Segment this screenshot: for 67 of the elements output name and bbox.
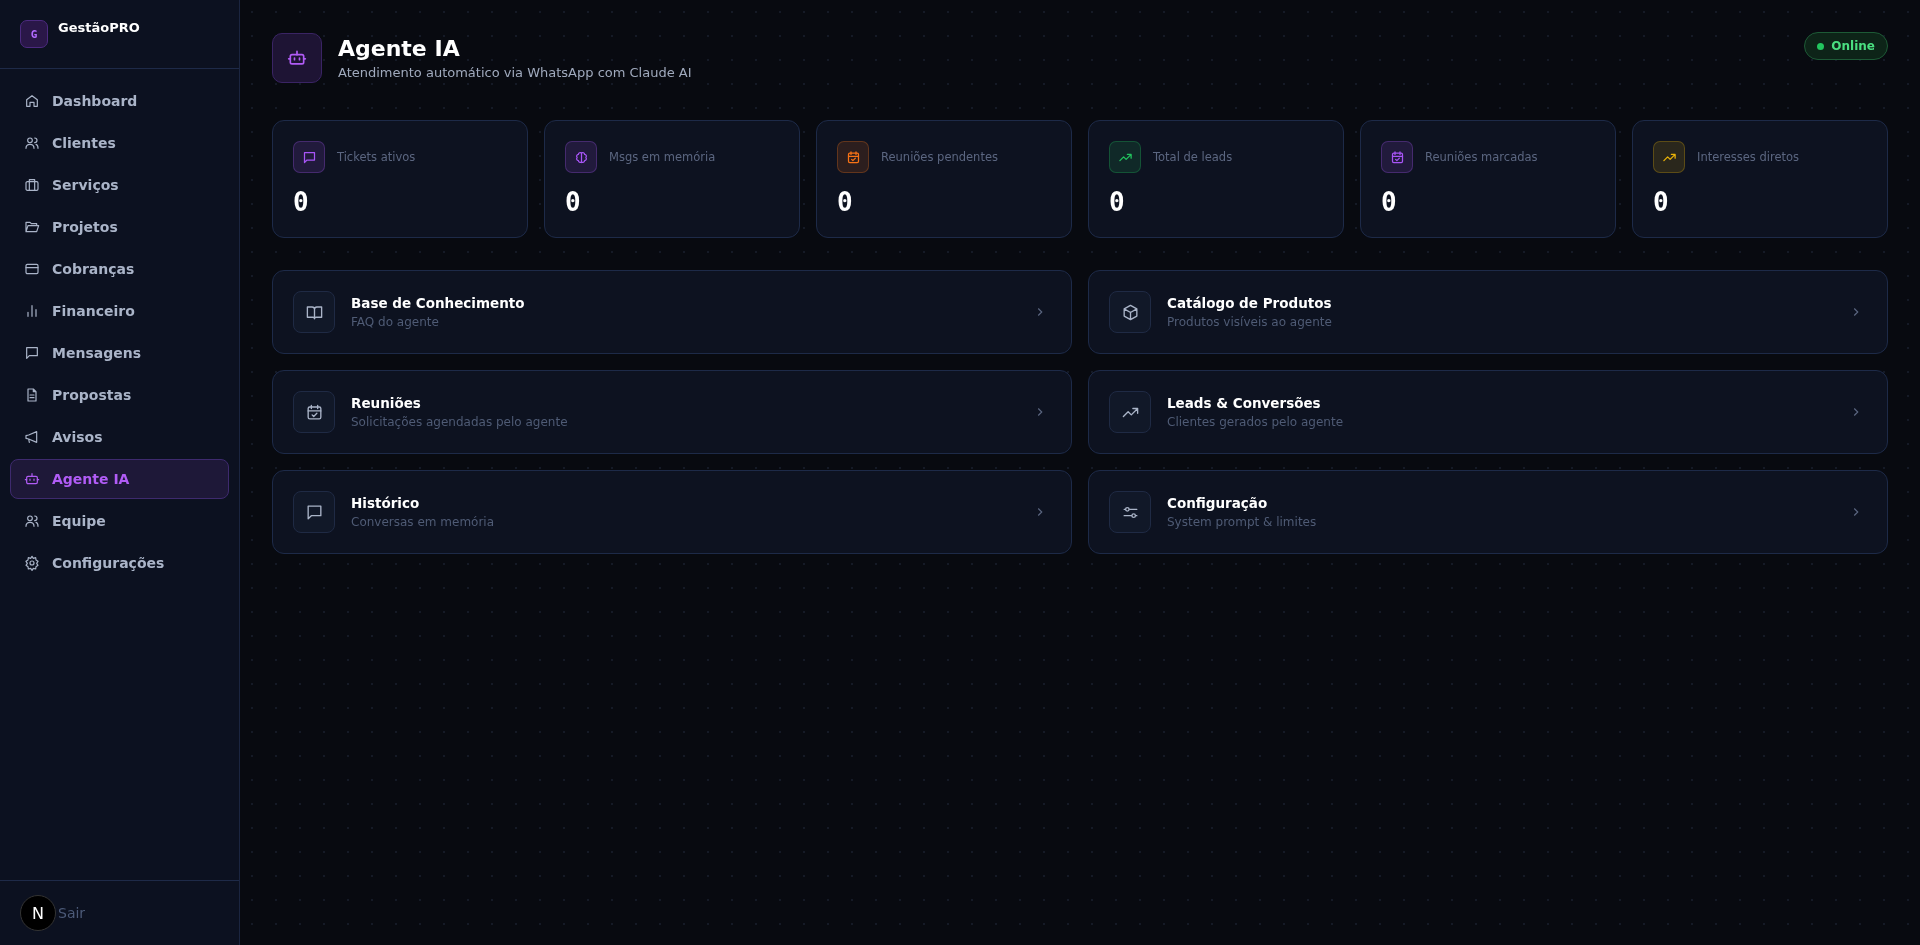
robot-icon <box>24 471 40 487</box>
stat-value: 0 <box>1109 187 1126 217</box>
users-icon <box>24 135 40 151</box>
dev-indicator-button[interactable]: N <box>20 895 56 931</box>
sidebar-item[interactable]: Propostas <box>10 375 229 415</box>
section-subtitle: Conversas em memória <box>351 515 496 529</box>
section-subtitle: Clientes gerados pelo agente <box>1167 415 1345 429</box>
sidebar-item[interactable]: Projetos <box>10 207 229 247</box>
folder-icon <box>24 219 40 235</box>
document-icon <box>24 387 40 403</box>
section-card[interactable]: Histórico Conversas em memória <box>272 470 1072 554</box>
stat-value: 0 <box>565 187 582 217</box>
stat-label: Reuniões pendentes <box>881 150 998 164</box>
section-subtitle: FAQ do agente <box>351 315 440 329</box>
page-title: Agente IA <box>338 36 461 61</box>
section-subtitle: Produtos visíveis ao agente <box>1167 315 1333 329</box>
trend-up-icon <box>1109 391 1151 433</box>
section-subtitle: System prompt & limites <box>1167 515 1318 529</box>
stat-value: 0 <box>293 187 310 217</box>
sidebar-item[interactable]: Financeiro <box>10 291 229 331</box>
calendar-check-icon <box>293 391 335 433</box>
sidebar-item[interactable]: Agente IA <box>10 459 229 499</box>
brand-name: GestãoPRO <box>58 20 140 35</box>
card-icon <box>24 261 40 277</box>
section-card[interactable]: Configuração System prompt & limites <box>1088 470 1888 554</box>
sidebar-item[interactable]: Avisos <box>10 417 229 457</box>
stat-label: Total de leads <box>1153 150 1233 164</box>
sidebar-item[interactable]: Mensagens <box>10 333 229 373</box>
robot-icon <box>272 33 322 83</box>
section-card[interactable]: Base de Conhecimento FAQ do agente <box>272 270 1072 354</box>
home-icon <box>24 93 40 109</box>
stat-value: 0 <box>1381 187 1398 217</box>
section-title: Histórico <box>351 495 421 511</box>
stat-label: Reuniões marcadas <box>1425 150 1538 164</box>
status-badge: Online <box>1804 32 1888 60</box>
sidebar-item[interactable]: Clientes <box>10 123 229 163</box>
sidebar-item[interactable]: Equipe <box>10 501 229 541</box>
section-subtitle: Solicitações agendadas pelo agente <box>351 415 569 429</box>
section-title: Catálogo de Produtos <box>1167 295 1333 311</box>
stat-label: Interesses diretos <box>1697 150 1800 164</box>
sidebar-item[interactable]: Configurações <box>10 543 229 583</box>
section-card[interactable]: Leads & Conversões Clientes gerados pelo agente <box>1088 370 1888 454</box>
sidebar-item[interactable]: Serviços <box>10 165 229 205</box>
section-title: Leads & Conversões <box>1167 395 1322 411</box>
stat-value: 0 <box>837 187 854 217</box>
users-icon <box>24 513 40 529</box>
megaphone-icon <box>24 429 40 445</box>
bar-chart-icon <box>24 303 40 319</box>
message-icon <box>293 491 335 533</box>
section-title: Base de Conhecimento <box>351 295 526 311</box>
box-icon <box>1109 291 1151 333</box>
stat-value: 0 <box>1653 187 1670 217</box>
gear-icon <box>24 555 40 571</box>
section-title: Configuração <box>1167 495 1269 511</box>
sidebar-item[interactable]: Dashboard <box>10 81 229 121</box>
brand-logo: G <box>20 20 48 48</box>
briefcase-icon <box>24 177 40 193</box>
stat-label: Tickets ativos <box>337 150 416 164</box>
message-icon <box>24 345 40 361</box>
section-card[interactable]: Reuniões Solicitações agendadas pelo agente <box>272 370 1072 454</box>
section-title: Reuniões <box>351 395 422 411</box>
section-card[interactable]: Catálogo de Produtos Produtos visíveis ao agente <box>1088 270 1888 354</box>
sliders-icon <box>1109 491 1151 533</box>
page-subtitle: Atendimento automático via WhatsApp com Claude AI <box>338 65 693 80</box>
book-icon <box>293 291 335 333</box>
sidebar-item[interactable]: Cobranças <box>10 249 229 289</box>
stat-label: Msgs em memória <box>609 150 716 164</box>
